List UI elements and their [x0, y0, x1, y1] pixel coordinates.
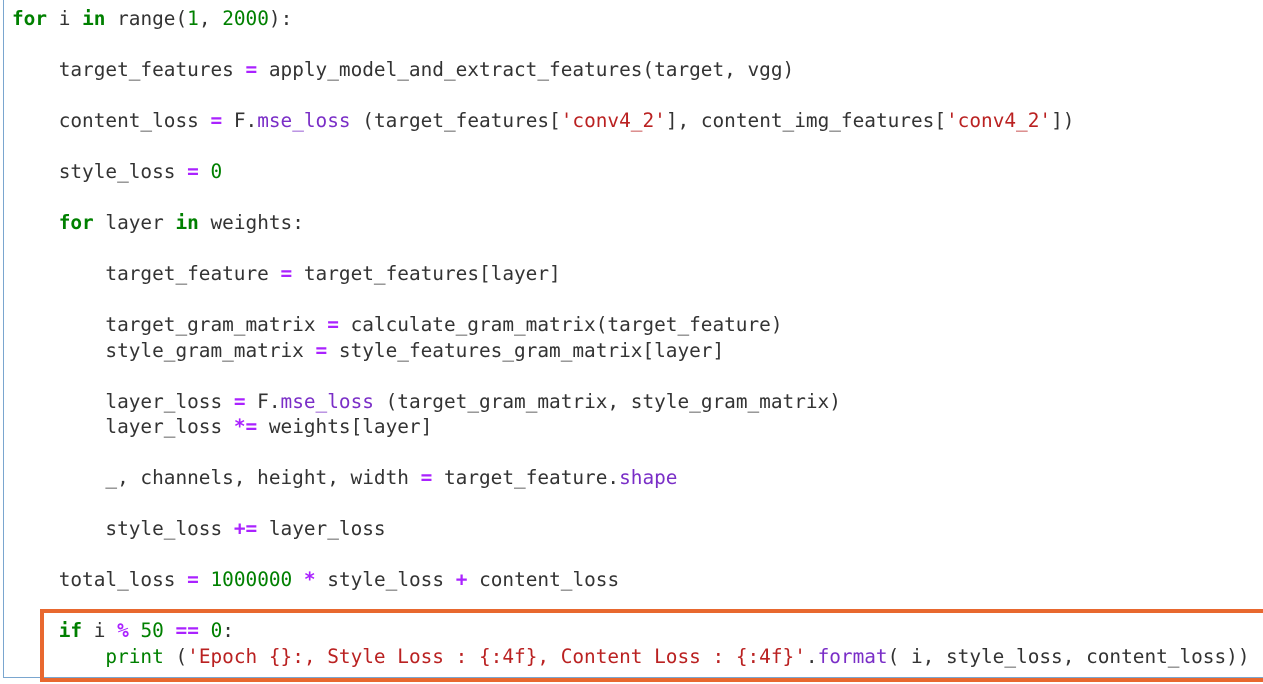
- code-line: layer_loss *= weights[layer]: [12, 414, 1250, 440]
- code-token: layer_loss: [12, 389, 234, 413]
- code-token: mse_loss: [257, 109, 351, 132]
- code-line: layer_loss = F.mse_loss (target_gram_mat…: [12, 389, 1250, 415]
- code-token: i: [47, 7, 83, 30]
- code-token: 'conv4_2': [560, 109, 666, 132]
- code-token: weights[layer]: [257, 415, 433, 438]
- code-token: layer_loss: [257, 517, 386, 540]
- code-token: target_gram_matrix: [12, 313, 328, 336]
- code-line: target_feature = target_features[layer]: [12, 261, 1250, 287]
- code-line: content_loss = F.mse_loss (target_featur…: [12, 108, 1250, 134]
- code-token: style_gram_matrix: [12, 338, 316, 362]
- code-token: *=: [233, 415, 258, 438]
- code-line: for layer in weights:: [12, 210, 1250, 236]
- code-token: layer_loss: [12, 415, 234, 438]
- code-token: F.: [245, 389, 281, 413]
- code-token: ], content_img_features[: [665, 109, 946, 132]
- code-token: target_feature.: [432, 466, 620, 489]
- code-token: ]): [1051, 109, 1075, 132]
- code-token: =: [420, 466, 433, 489]
- code-token: =: [187, 160, 199, 183]
- code-token: style_loss: [315, 568, 456, 591]
- code-token: =: [210, 109, 223, 132]
- code-editor[interactable]: for i in range(1, 2000): target_features…: [12, 6, 1250, 669]
- code-token: for: [12, 7, 48, 30]
- code-token: ,: [198, 7, 223, 30]
- code-token: =: [280, 262, 293, 285]
- code-token: (target_gram_matrix, style_gram_matrix): [373, 389, 841, 413]
- code-token: 0: [210, 160, 223, 183]
- code-line: target_gram_matrix = calculate_gram_matr…: [12, 312, 1250, 338]
- code-token: 2000: [222, 7, 269, 30]
- code-token: =: [245, 58, 258, 81]
- code-token: shape: [619, 466, 678, 489]
- code-token: target_features[layer]: [292, 262, 561, 285]
- code-token: =: [233, 389, 246, 413]
- code-token: +=: [233, 517, 258, 540]
- code-token: =: [187, 568, 199, 591]
- code-token: for: [58, 211, 94, 234]
- code-token: 'conv4_2': [946, 109, 1052, 132]
- code-token: =: [327, 313, 339, 336]
- code-token: apply_model_and_extract_features(target,…: [257, 58, 795, 81]
- code-token: mse_loss: [280, 389, 374, 413]
- code-token: F.: [222, 109, 258, 132]
- code-token: style_loss: [12, 160, 188, 183]
- code-token: target_features: [12, 58, 246, 81]
- code-token: _, channels, height, width: [12, 466, 421, 489]
- code-token: ):: [268, 7, 293, 30]
- code-token: *: [303, 568, 316, 591]
- code-token: in: [82, 7, 106, 30]
- code-token: weights:: [198, 211, 304, 234]
- code-line: _, channels, height, width = target_feat…: [12, 465, 1250, 491]
- code-token: style_loss: [12, 517, 234, 540]
- code-line: style_gram_matrix = style_features_gram_…: [12, 338, 1250, 364]
- code-line: style_loss += layer_loss: [12, 516, 1250, 542]
- code-token: +: [455, 568, 468, 591]
- code-token: =: [315, 338, 328, 362]
- code-token: layer: [93, 211, 176, 234]
- code-token: total_loss: [12, 568, 188, 591]
- code-token: content_loss: [467, 568, 620, 591]
- code-line: target_features = apply_model_and_extrac…: [12, 57, 1250, 83]
- code-token: (target_features[: [350, 109, 561, 132]
- code-token: range(: [105, 7, 188, 30]
- highlight-box: [40, 609, 1263, 682]
- code-line: total_loss = 1000000 * style_loss + cont…: [12, 567, 1250, 593]
- code-line: style_loss = 0: [12, 159, 1250, 185]
- code-token: calculate_gram_matrix(target_feature): [338, 313, 783, 336]
- code-token: 1: [187, 7, 199, 30]
- code-token: style_features_gram_matrix[layer]: [327, 338, 725, 362]
- code-token: 1000000: [210, 568, 293, 591]
- code-token: in: [175, 211, 199, 234]
- code-token: content_loss: [12, 109, 211, 132]
- code-line: for i in range(1, 2000):: [12, 6, 1250, 32]
- code-token: target_feature: [12, 262, 281, 285]
